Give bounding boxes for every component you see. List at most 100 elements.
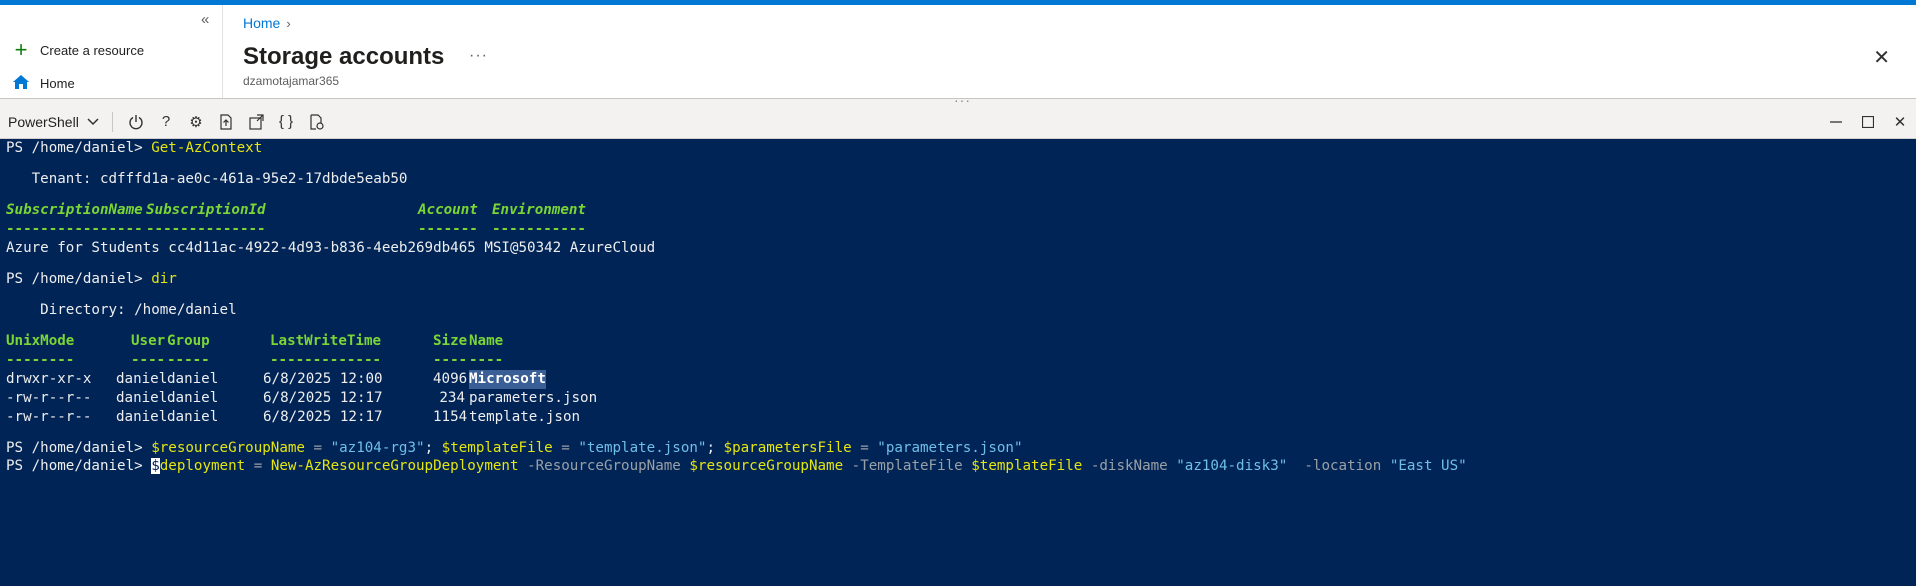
restart-power-icon[interactable] [121,111,151,133]
string-rg: "az104-rg3" [330,440,425,456]
text-cursor: $ [151,458,160,474]
cell-name: template.json [469,409,581,425]
maximize-icon[interactable] [1852,105,1884,138]
web-preview-icon[interactable] [301,111,331,133]
header-subscription-id: SubscriptionId [146,202,266,218]
terminal-line-cmd4[interactable]: PS /home/daniel> $deployment = New-AzRes… [6,457,1467,476]
cell-user: daniel [116,409,168,425]
help-icon[interactable]: ? [151,111,181,133]
cell-user: daniel [116,371,168,387]
assign-op: = [851,440,878,456]
powershell-terminal[interactable]: PS /home/daniel> Get-AzContext Tenant: c… [0,139,1916,586]
minimize-icon[interactable] [1820,105,1852,138]
arg-template-file: $templateFile [971,458,1083,474]
assign-op: = [245,458,271,474]
page-title: Storage accounts [243,43,445,70]
separator: ; [706,440,724,456]
dash-4: ----------- [492,221,586,237]
close-icon[interactable]: ✕ [1873,45,1890,70]
plus-icon: + [14,37,28,62]
nav-item-create-label: Create a resource [40,42,145,58]
directory-line: Directory: /home/daniel [6,302,237,318]
upload-download-icon[interactable] [211,111,241,133]
cell-user: daniel [116,390,168,406]
header-size: Size [433,333,468,349]
dash-3: ------- [418,221,478,237]
dash-3: ----- [167,352,210,368]
assign-op: = [552,440,579,456]
collapse-nav-icon[interactable]: « [201,11,209,28]
cell-mode: -rw-r--r-- [6,409,92,425]
toolbar-divider [112,111,113,132]
editor-braces-icon[interactable]: { } [271,111,301,133]
prompt: PS /home/daniel> [6,271,152,287]
param-template-file: -TemplateFile [843,458,972,474]
string-template: "template.json" [578,440,707,456]
cloud-shell-toolbar: PowerShell ? ⚙ { } ✕ [0,105,1916,139]
cell-group: daniel [167,409,219,425]
param-disk-name: -diskName [1082,458,1177,474]
prompt: PS /home/daniel> [6,440,152,456]
assign-op: = [304,440,331,456]
cell-group: daniel [167,371,219,387]
terminal-line-cmd1: PS /home/daniel> Get-AzContext [6,139,262,158]
dash-5: ---- [433,352,468,368]
cell-time: 6/8/2025 12:17 [263,409,383,425]
separator: ; [424,440,442,456]
var-parameters-file: $parametersFile [723,440,852,456]
chevron-down-icon [87,117,99,125]
shell-type-value: PowerShell [8,113,79,130]
terminal-line-cmd3: PS /home/daniel> $resourceGroupName = "a… [6,439,1023,458]
string-parameters: "parameters.json" [877,440,1023,456]
settings-gear-icon[interactable]: ⚙ [181,111,211,133]
blade-header: Home › Storage accounts ··· dzamotajamar… [223,5,1916,98]
cell-name: parameters.json [469,390,598,406]
window-controls: ✕ [1820,105,1916,138]
command-text: dir [151,271,177,287]
cell-time: 6/8/2025 12:17 [263,390,383,406]
dash-4: ------------- [270,352,382,368]
arg-location: "East US" [1389,458,1467,474]
cell-mode: drwxr-xr-x [6,371,92,387]
cell-name-selected: Microsoft [469,370,546,389]
header-user: User [131,333,166,349]
cell-mode: -rw-r--r-- [6,390,92,406]
shell-type-select[interactable]: PowerShell [8,114,104,130]
arg-resource-group: $resourceGroupName [689,458,844,474]
dash-1: -------- [6,352,75,368]
nav-item-create-resource[interactable]: + Create a resource [12,37,145,62]
arg-disk-name: "az104-disk3" [1176,458,1288,474]
prompt: PS /home/daniel> [6,140,152,156]
breadcrumb-home-link[interactable]: Home [243,15,280,31]
header-account: Account [418,202,478,218]
dash-6: ---- [469,352,504,368]
cell-group: daniel [167,390,219,406]
header-lastwritetime: LastWriteTime [270,333,382,349]
dash-2: -------------- [146,221,266,237]
command-text: Get-AzContext [151,140,263,156]
chevron-right-icon: › [286,15,291,31]
var-resource-group: $resourceGroupName [151,440,305,456]
cell-size: 4096 [433,371,468,387]
more-options-icon[interactable]: ··· [469,47,488,65]
header-name: Name [469,333,504,349]
nav-item-home-label: Home [40,76,75,91]
var-deployment: deployment [159,458,246,474]
dash-1: ---------------- [6,221,143,237]
header-unixmode: UnixMode [6,333,75,349]
left-nav-panel: « + Create a resource Home [0,5,223,98]
breadcrumb: Home › [243,15,291,31]
cell-size: 1154 [433,409,468,425]
dash-2: ---- [131,352,166,368]
cell-time: 6/8/2025 12:00 [263,371,383,387]
param-resource-group: -ResourceGroupName [518,458,690,474]
nav-item-home[interactable]: Home [12,74,75,93]
header-subscription-name: SubscriptionName [6,202,143,218]
page-subtitle: dzamotajamar365 [243,74,340,88]
open-new-session-icon[interactable] [241,111,271,133]
context-data-row: Azure for Students cc4d11ac-4922-4d93-b8… [6,240,656,256]
header-environment: Environment [492,202,586,218]
close-shell-icon[interactable]: ✕ [1884,105,1916,138]
param-location: -location [1287,458,1390,474]
cmdlet-name: New-AzResourceGroupDeployment [270,458,519,474]
